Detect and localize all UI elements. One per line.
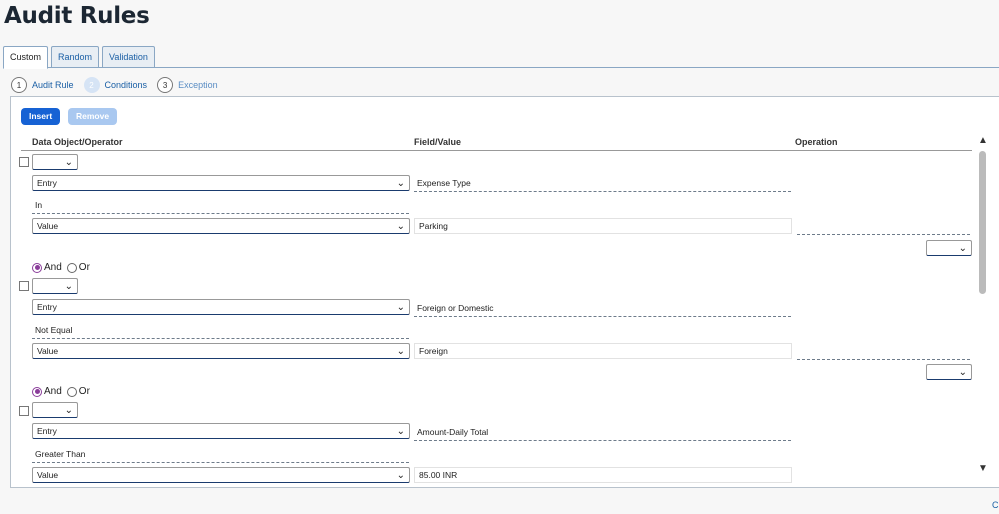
operation-underline <box>797 359 970 360</box>
entry-select[interactable]: Entry ⌄ <box>32 175 410 191</box>
or-radio[interactable] <box>66 262 77 273</box>
step-label: Exception <box>178 80 218 90</box>
corner-link[interactable]: C <box>992 500 999 510</box>
paren-select[interactable]: ⌄ <box>32 154 78 170</box>
close-paren-select[interactable]: ⌄ <box>926 364 972 380</box>
tab-bar: Custom Random Validation <box>3 46 155 69</box>
operator-underline <box>32 338 409 339</box>
chevron-down-icon: ⌄ <box>64 281 73 292</box>
field-value: Foreign or Domestic <box>417 303 494 313</box>
tab-random[interactable]: Random <box>51 46 100 68</box>
operator-value[interactable]: Greater Than <box>35 449 85 459</box>
entry-select[interactable]: Entry ⌄ <box>32 423 410 439</box>
chevron-down-icon: ⌄ <box>64 157 73 168</box>
row-checkbox[interactable] <box>19 281 29 291</box>
or-radio[interactable] <box>66 386 77 397</box>
step-number: 2 <box>83 77 100 93</box>
chevron-down-icon: ⌄ <box>396 302 405 313</box>
step-exception[interactable]: 3 Exception <box>157 77 218 93</box>
page-title: Audit Rules <box>4 3 150 29</box>
close-paren-select[interactable]: ⌄ <box>926 240 972 256</box>
row-checkbox[interactable] <box>19 406 29 416</box>
chevron-down-icon: ⌄ <box>396 221 405 232</box>
and-radio[interactable] <box>32 262 42 273</box>
header-divider <box>21 150 972 151</box>
field-underline <box>414 440 791 441</box>
operation-underline <box>797 234 970 235</box>
chevron-down-icon: ⌄ <box>396 346 405 357</box>
tab-validation[interactable]: Validation <box>102 46 155 68</box>
conjunction-group: And Or <box>32 386 90 397</box>
value-type-select[interactable]: Value ⌄ <box>32 343 410 359</box>
chevron-down-icon: ⌄ <box>958 367 967 378</box>
field-value: Expense Type <box>417 178 471 188</box>
field-underline <box>414 191 791 192</box>
field-value: Amount-Daily Total <box>417 427 489 437</box>
and-radio[interactable] <box>32 386 42 397</box>
chevron-down-icon: ⌄ <box>64 405 73 416</box>
column-header-operation: Operation <box>795 137 838 147</box>
paren-select[interactable]: ⌄ <box>32 278 78 294</box>
conditions-panel: Insert Remove Data Object/Operator Field… <box>10 96 999 488</box>
value-type-select[interactable]: Value ⌄ <box>32 218 410 234</box>
step-indicator: 1 Audit Rule 2 Conditions 3 Exception <box>11 77 228 93</box>
chevron-down-icon: ⌄ <box>396 470 405 481</box>
step-conditions[interactable]: 2 Conditions <box>83 77 148 93</box>
operator-value[interactable]: In <box>35 200 42 210</box>
value-type-select[interactable]: Value ⌄ <box>32 467 410 483</box>
remove-button[interactable]: Remove <box>68 108 118 125</box>
value-input[interactable]: 85.00 INR <box>414 467 792 483</box>
column-header-field-value: Field/Value <box>414 137 462 147</box>
column-header-data-object: Data Object/Operator <box>32 137 123 147</box>
value-input[interactable]: Foreign <box>414 343 792 359</box>
scrollbar-thumb[interactable] <box>979 151 986 294</box>
scroll-up-arrow-icon[interactable]: ▲ <box>978 135 988 146</box>
step-label: Audit Rule <box>32 80 74 90</box>
insert-button[interactable]: Insert <box>21 108 61 125</box>
value-input[interactable]: Parking <box>414 218 792 234</box>
operator-underline <box>32 213 409 214</box>
entry-select[interactable]: Entry ⌄ <box>32 299 410 315</box>
chevron-down-icon: ⌄ <box>396 178 405 189</box>
row-checkbox[interactable] <box>19 157 29 167</box>
step-number: 1 <box>11 77 27 93</box>
chevron-down-icon: ⌄ <box>958 243 967 254</box>
paren-select[interactable]: ⌄ <box>32 402 78 418</box>
tab-custom[interactable]: Custom <box>3 46 49 69</box>
vertical-scrollbar[interactable]: ▲ ▼ <box>977 135 989 480</box>
tab-divider <box>3 67 999 68</box>
field-underline <box>414 316 791 317</box>
chevron-down-icon: ⌄ <box>396 426 405 437</box>
step-number: 3 <box>157 77 174 93</box>
operator-value[interactable]: Not Equal <box>35 325 72 335</box>
conjunction-group: And Or <box>32 262 90 273</box>
operator-underline <box>32 462 409 463</box>
step-audit-rule[interactable]: 1 Audit Rule <box>11 77 74 93</box>
scroll-down-arrow-icon[interactable]: ▼ <box>978 463 988 474</box>
step-label: Conditions <box>104 80 148 90</box>
